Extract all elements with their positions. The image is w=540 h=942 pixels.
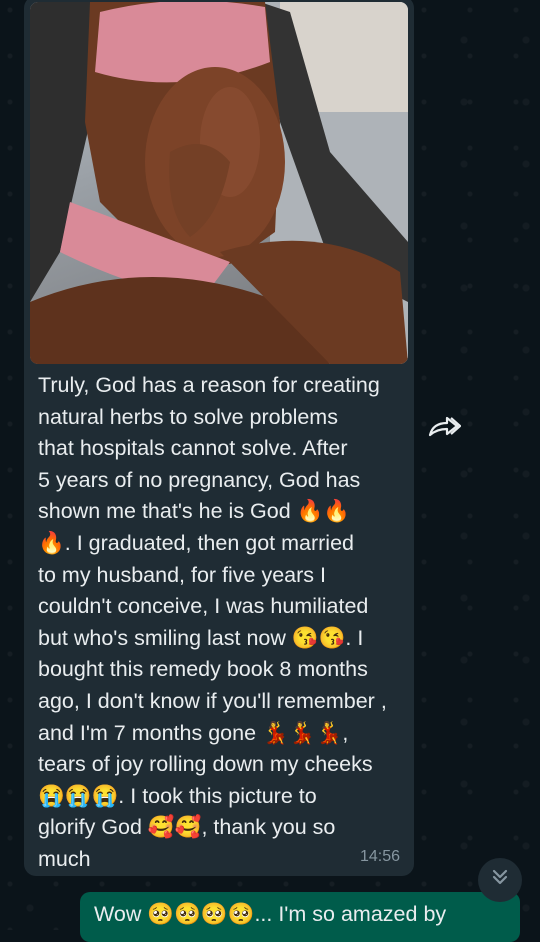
message-photo[interactable] xyxy=(30,2,408,364)
forward-button[interactable] xyxy=(422,412,466,448)
outgoing-message-text: Wow 🥺🥺🥺🥺... I'm so amazed by xyxy=(94,902,447,926)
message-text: Truly, God has a reason for creating nat… xyxy=(38,373,387,871)
forward-icon xyxy=(427,415,462,446)
incoming-message-bubble[interactable]: Truly, God has a reason for creating nat… xyxy=(24,0,414,876)
outgoing-message-bubble[interactable]: Wow 🥺🥺🥺🥺... I'm so amazed by xyxy=(80,892,520,942)
chevron-double-down-icon xyxy=(490,867,510,893)
message-timestamp: 14:56 xyxy=(359,848,400,865)
photo-illustration xyxy=(30,2,408,364)
scroll-to-bottom-button[interactable] xyxy=(478,858,522,902)
